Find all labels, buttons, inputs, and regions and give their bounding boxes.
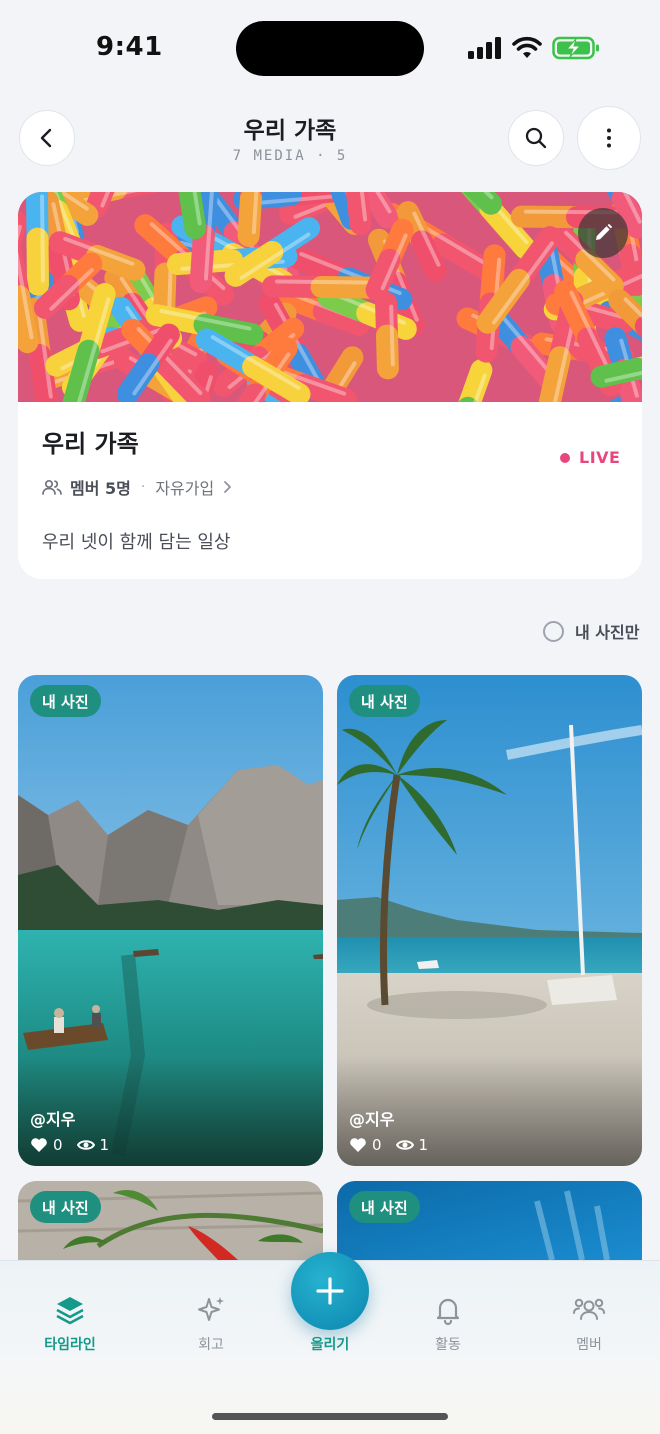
more-vertical-icon xyxy=(607,128,611,148)
album-info-card xyxy=(18,192,642,579)
photo-tile[interactable]: 내 사진 xyxy=(337,1181,642,1260)
photo-stats: 0 1 xyxy=(349,1136,442,1154)
wifi-icon xyxy=(512,36,542,58)
people-icon xyxy=(42,479,62,495)
photo-tile[interactable]: 내 사진 @지우 0 1 xyxy=(337,675,642,1166)
chevron-left-icon xyxy=(40,128,52,148)
join-type: 자유가입 xyxy=(155,479,215,498)
uploader-name: @지우 xyxy=(349,1110,395,1129)
cellular-signal-icon xyxy=(468,37,501,59)
eye-icon xyxy=(76,1140,95,1150)
live-status: LIVE xyxy=(560,448,620,467)
chevron-right-icon xyxy=(224,481,232,493)
photo-tile[interactable]: 내 사진 xyxy=(18,1181,323,1260)
page-title: 우리 가족 xyxy=(243,118,337,144)
album-description: 우리 넷이 함께 담는 일상 xyxy=(42,532,231,553)
member-count: 멤버 5명 xyxy=(70,479,131,498)
nav-label: 회고 xyxy=(198,1337,224,1353)
photo-stats: 0 1 xyxy=(30,1136,123,1154)
nav-tab-members[interactable]: 멤버 xyxy=(539,1294,639,1354)
live-label: LIVE xyxy=(579,448,621,467)
my-photo-badge: 내 사진 xyxy=(30,1191,101,1223)
page-subtitle: 7 MEDIA · 5 xyxy=(232,148,348,164)
my-photos-only-toggle[interactable]: 내 사진만 xyxy=(543,619,639,643)
live-dot-icon xyxy=(560,452,570,463)
upload-label[interactable]: 올리기 xyxy=(280,1334,380,1354)
nav-tab-recap[interactable]: 회고 xyxy=(161,1294,261,1354)
meta-separator: · xyxy=(140,479,146,495)
upload-button[interactable] xyxy=(291,1252,369,1330)
my-photo-badge: 내 사진 xyxy=(349,685,420,717)
like-count: 0 xyxy=(372,1136,382,1154)
nav-tab-activity[interactable]: 활동 xyxy=(398,1294,498,1354)
album-cover-image xyxy=(18,192,642,402)
layers-icon xyxy=(56,1297,84,1325)
dynamic-island xyxy=(236,21,424,76)
battery-charging-icon xyxy=(552,36,599,60)
my-photo-badge: 내 사진 xyxy=(30,685,101,717)
nav-label: 타임라인 xyxy=(44,1337,96,1353)
status-bar: 9:41 xyxy=(0,0,660,96)
search-button[interactable] xyxy=(508,110,564,166)
back-button[interactable] xyxy=(19,110,75,166)
more-options-button[interactable] xyxy=(577,106,641,170)
filter-label: 내 사진만 xyxy=(575,623,640,642)
album-members-link[interactable]: 멤버 5명 · 자유가입 xyxy=(42,475,232,499)
my-photo-badge: 내 사진 xyxy=(349,1191,420,1223)
sparkle-icon xyxy=(198,1297,224,1321)
bell-icon xyxy=(436,1298,460,1326)
heart-icon xyxy=(350,1138,366,1152)
members-icon xyxy=(573,1298,605,1320)
view-count: 1 xyxy=(418,1136,429,1154)
status-time: 9:41 xyxy=(96,32,163,62)
view-count: 1 xyxy=(99,1136,110,1154)
search-icon xyxy=(525,127,547,149)
pencil-icon xyxy=(596,223,613,240)
edit-cover-button[interactable] xyxy=(578,208,628,258)
uploader-name: @지우 xyxy=(30,1110,76,1129)
eye-icon xyxy=(395,1140,414,1150)
home-indicator xyxy=(212,1413,448,1420)
heart-icon xyxy=(31,1138,47,1152)
photo-tile[interactable]: 내 사진 @지우 0 1 xyxy=(18,675,323,1166)
album-name: 우리 가족 xyxy=(42,430,139,458)
plus-icon xyxy=(316,1277,344,1305)
like-count: 0 xyxy=(53,1136,63,1154)
nav-label: 멤버 xyxy=(576,1337,602,1353)
nav-label: 활동 xyxy=(435,1337,461,1353)
radio-circle-icon xyxy=(543,620,564,642)
nav-tab-timeline[interactable]: 타임라인 xyxy=(20,1294,120,1354)
